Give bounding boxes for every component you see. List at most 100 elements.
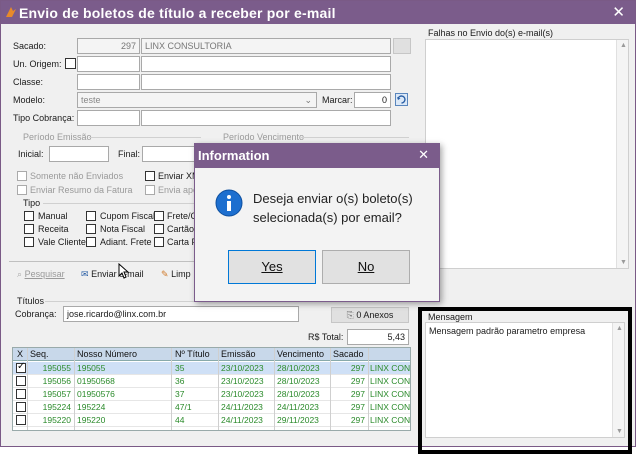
falhas-memo[interactable]: ▲ ▼ (425, 39, 629, 269)
tipo-adiant-frete-checkbox[interactable] (86, 237, 96, 247)
enviar-resumo-label: Enviar Resumo da Fatura (30, 185, 133, 195)
seq-cell: 195056 (42, 376, 71, 386)
no-button[interactable]: No (322, 250, 410, 284)
seq-cell: 195057 (42, 389, 71, 399)
nome-cell: LINX CONS (370, 389, 411, 399)
vencimento-cell: 28/10/2023 (277, 389, 320, 399)
tipo-vale-cliente-label: Vale Cliente (38, 237, 86, 247)
final-label: Final: (118, 149, 141, 159)
inicial-date-field[interactable] (49, 146, 109, 162)
search-icon: ⌕ (17, 269, 23, 279)
final-date-field[interactable] (142, 146, 200, 162)
sacado-cell: 297 (350, 389, 365, 399)
envelope-icon: ✉ (81, 269, 89, 279)
periodo-emissao-title: Período Emissão (23, 132, 92, 142)
classe-name-field[interactable] (141, 74, 391, 90)
close-icon[interactable]: ✕ (612, 3, 625, 21)
anexos-button[interactable]: ⎘ 0 Anexos (331, 307, 409, 323)
col-n-titulo[interactable]: Nº Título (175, 349, 210, 359)
tipo-frete-checkbox[interactable] (154, 211, 164, 221)
n-titulo-cell: 35 (175, 363, 185, 373)
tipo-cobranca-code-field[interactable] (77, 110, 140, 126)
classe-code-field[interactable] (77, 74, 140, 90)
envia-apenas-checkbox[interactable] (145, 185, 155, 195)
anexos-label: 0 Anexos (356, 310, 394, 320)
yes-button[interactable]: Yes (228, 250, 316, 284)
sacado-lookup-button[interactable] (393, 38, 411, 54)
tipo-title: Tipo (23, 198, 41, 208)
sacado-cell: 297 (350, 376, 365, 386)
col-x[interactable]: X (17, 349, 23, 359)
table-row[interactable]: 195057 01950576 37 23/10/2023 28/10/2023 297 L… (13, 388, 410, 401)
falhas-scrollbar[interactable]: ▲ ▼ (616, 40, 628, 268)
table-row[interactable]: 195056 01950568 36 23/10/2023 28/10/2023 297 L… (13, 375, 410, 388)
un-origem-code-field[interactable] (77, 56, 140, 72)
tipo-manual-label: Manual (38, 211, 68, 221)
pesquisar-label: Pesquisar (24, 269, 65, 279)
nosso-numero-cell: 195220 (77, 415, 106, 425)
dialog-close-icon[interactable]: ✕ (418, 147, 429, 163)
tipo-nota-fiscal-checkbox[interactable] (86, 224, 96, 234)
marcar-label: Marcar: (322, 95, 353, 105)
emissao-cell: 23/10/2023 (221, 376, 264, 386)
sacado-label: Sacado: (13, 41, 47, 51)
tipo-cartao-checkbox[interactable] (154, 224, 164, 234)
modelo-select[interactable]: teste ⌄ (77, 92, 317, 108)
titulos-table: X Seq. Nosso Número Nº Título Emissão Ve… (12, 347, 411, 431)
scroll-down-icon[interactable]: ▼ (620, 259, 627, 266)
vencimento-cell: 24/11/2023 (277, 402, 319, 412)
refresh-icon[interactable] (395, 93, 408, 106)
col-emissao[interactable]: Emissão (221, 349, 256, 359)
tipo-cupom-fiscal-checkbox[interactable] (86, 211, 96, 221)
paperclip-icon: ⎘ (346, 310, 354, 320)
tipo-receita-label: Receita (38, 224, 69, 234)
row-checkbox[interactable] (16, 361, 26, 373)
row-checkbox[interactable] (16, 389, 26, 399)
sacado-code-field[interactable]: 297 (77, 38, 140, 54)
col-seq[interactable]: Seq. (30, 349, 49, 359)
emissao-cell: 23/10/2023 (221, 389, 264, 399)
seq-cell: 195220 (42, 415, 71, 425)
information-dialog: Information ✕ Deseja enviar o(s) boleto(… (194, 143, 440, 302)
tipo-cobranca-name-field[interactable] (141, 110, 391, 126)
periodo-vencimento-title: Período Vencimento (223, 132, 305, 142)
vencimento-cell: 28/10/2023 (277, 363, 320, 373)
col-nosso-numero[interactable]: Nosso Número (77, 349, 137, 359)
un-origem-label: Un. Origem: (13, 59, 62, 69)
col-vencimento[interactable]: Vencimento (277, 349, 324, 359)
table-row[interactable]: 195055 195055 35 23/10/2023 28/10/2023 297 LIN… (13, 361, 410, 375)
row-checkbox[interactable] (16, 402, 26, 412)
falhas-title: Falhas no Envio do(s) e-mail(s) (428, 28, 554, 38)
scroll-up-icon[interactable]: ▲ (620, 42, 627, 49)
pesquisar-button[interactable]: ⌕ Pesquisar (17, 269, 65, 280)
marcar-field[interactable]: 0 (354, 92, 391, 108)
classe-label: Classe: (13, 77, 44, 87)
un-origem-name-field[interactable] (141, 56, 391, 72)
sacado-name-field[interactable]: LINX CONSULTORIA (141, 38, 391, 54)
row-checkbox[interactable] (16, 376, 26, 386)
table-row[interactable]: 195220 195220 44 24/11/2023 29/11/2023 297 LIN… (13, 414, 410, 427)
enviar-xml-checkbox[interactable] (145, 171, 155, 181)
tipo-carta-checkbox[interactable] (154, 237, 164, 247)
tipo-vale-cliente-checkbox[interactable] (24, 237, 34, 247)
row-checkbox[interactable] (16, 415, 26, 425)
tipo-receita-checkbox[interactable] (24, 224, 34, 234)
tipo-manual-checkbox[interactable] (24, 211, 34, 221)
un-origem-checkbox[interactable] (65, 58, 76, 69)
somente-nao-enviados-checkbox[interactable] (17, 171, 27, 181)
dialog-title-bar: Information ✕ (195, 144, 439, 168)
enviar-email-button[interactable]: ✉ Enviar e-mail (81, 269, 144, 280)
somente-nao-enviados-label: Somente não Enviados (30, 171, 124, 181)
col-sacado[interactable]: Sacado (333, 349, 364, 359)
nosso-numero-cell: 01950568 (77, 376, 115, 386)
cobranca-email-field[interactable]: jose.ricardo@linx.com.br (63, 306, 299, 322)
tipo-frete-label: Frete/C (167, 211, 198, 221)
table-row[interactable]: 195224 195224 47/1 24/11/2023 24/11/2023 297 L… (13, 401, 410, 414)
eraser-icon: ✎ (161, 269, 169, 279)
limpar-label: Limp (171, 269, 191, 279)
enviar-resumo-checkbox[interactable] (17, 185, 27, 195)
tipo-nota-fiscal-label: Nota Fiscal (100, 224, 146, 234)
limpar-button[interactable]: ✎ Limp (161, 269, 191, 280)
tipo-adiant-frete-label: Adiant. Frete (100, 237, 152, 247)
nosso-numero-cell: 195055 (77, 363, 106, 373)
